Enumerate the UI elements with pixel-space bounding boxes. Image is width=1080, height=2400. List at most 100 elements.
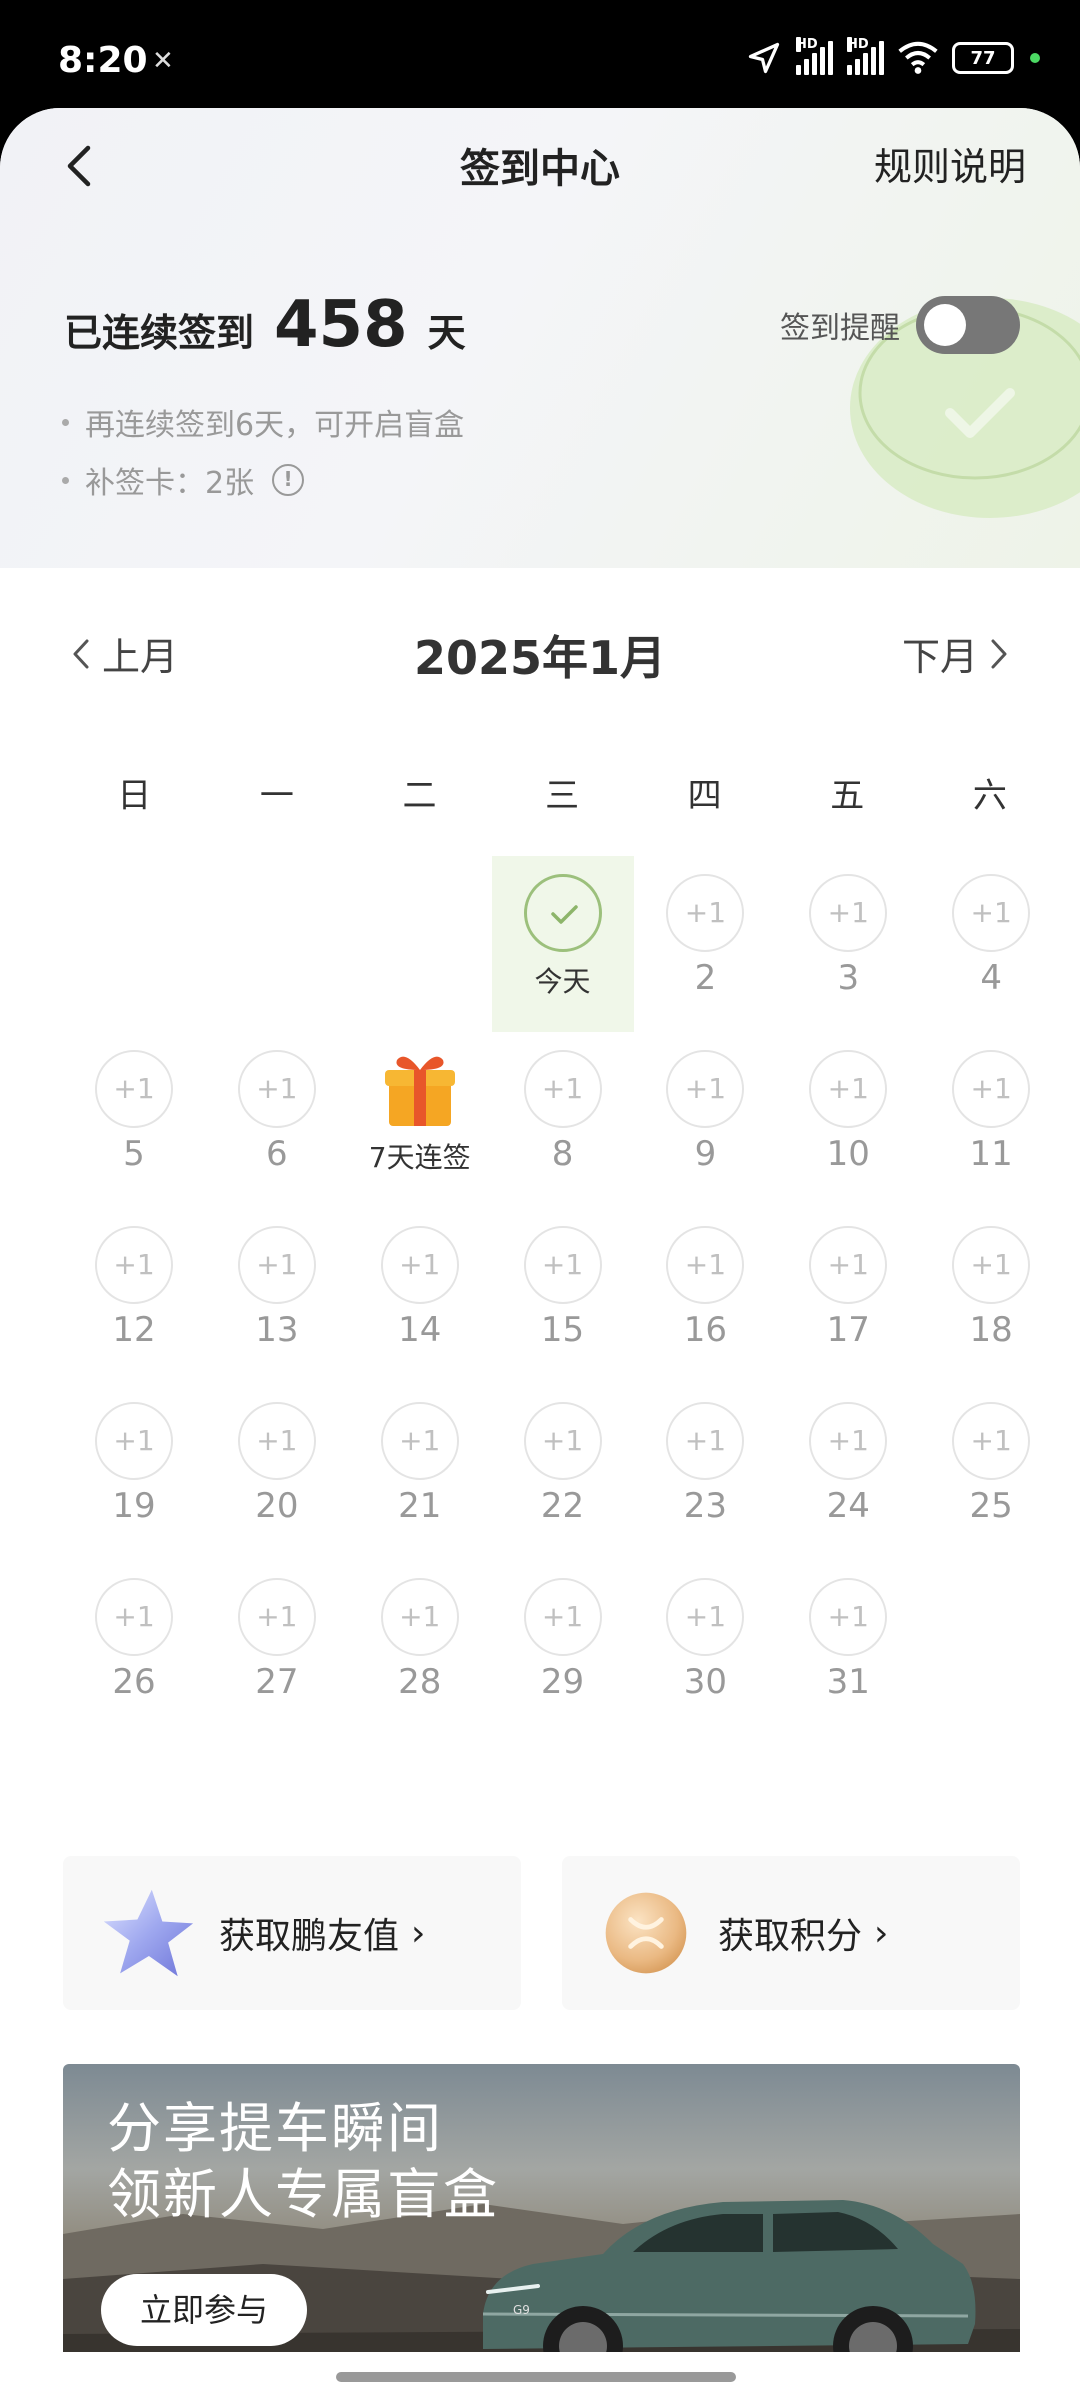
- reward-badge: +1: [809, 1050, 888, 1128]
- bullet-dot: [62, 476, 69, 484]
- hd-label: HD: [796, 37, 818, 52]
- calendar-day[interactable]: +1 27: [206, 1560, 348, 1736]
- day-number: 31: [826, 1662, 870, 1702]
- info-icon[interactable]: !: [272, 464, 305, 496]
- calendar-day[interactable]: +1 8: [492, 1032, 634, 1208]
- calendar-day[interactable]: +1 24: [777, 1384, 919, 1560]
- calendar-day[interactable]: +1 31: [777, 1560, 919, 1736]
- bullet-dot: [62, 418, 69, 426]
- rules-link[interactable]: 规则说明: [874, 136, 1026, 191]
- calendar-day[interactable]: +1 16: [634, 1208, 776, 1384]
- chevron-left-icon: [73, 639, 89, 668]
- calendar-day[interactable]: +1 20: [206, 1384, 348, 1560]
- calendar-day[interactable]: +1 13: [206, 1208, 348, 1384]
- day-number: 22: [540, 1486, 585, 1526]
- charging-dot: [1030, 53, 1040, 63]
- calendar-day[interactable]: +1 21: [349, 1384, 491, 1560]
- reward-badge: +1: [523, 1050, 602, 1128]
- reward-badge: +1: [523, 1402, 602, 1480]
- prev-month-button[interactable]: 上月: [70, 626, 178, 681]
- notification-icon: ✕: [152, 46, 174, 76]
- home-indicator[interactable]: [336, 2372, 736, 2382]
- day-number: 3: [837, 958, 860, 998]
- promo-banner[interactable]: 分享提车瞬间 领新人专属盲盒 立即参与 G9: [63, 2064, 1020, 2400]
- blind-box-hint-text: 再连续签到6天，可开启盲盒: [85, 408, 465, 443]
- calendar-day[interactable]: +1 18: [920, 1208, 1062, 1384]
- calendar-day-gift[interactable]: 7天连签: [349, 1032, 491, 1208]
- reward-badge: +1: [237, 1226, 316, 1304]
- day-number: 8: [551, 1134, 574, 1174]
- reward-badge: +1: [237, 1402, 316, 1480]
- next-month-button[interactable]: 下月: [902, 626, 1010, 681]
- calendar-day[interactable]: +1 15: [492, 1208, 634, 1384]
- prev-month-label: 上月: [102, 635, 179, 679]
- coin-icon: [605, 1892, 687, 1974]
- day-number: 11: [969, 1134, 1013, 1174]
- day-number: 21: [398, 1486, 442, 1526]
- car-badge: G9: [513, 2303, 530, 2317]
- reminder-label: 签到提醒: [780, 311, 900, 346]
- day-number: 13: [255, 1310, 299, 1350]
- calendar-day[interactable]: +1 2: [634, 856, 776, 1032]
- calendar-day[interactable]: +1 25: [920, 1384, 1062, 1560]
- day-number: 29: [540, 1662, 585, 1702]
- day-number: 4: [980, 958, 1002, 998]
- chevron-right-icon: ›: [874, 1912, 889, 1954]
- weekday-sat: 六: [972, 776, 1007, 816]
- reward-badge: +1: [380, 1226, 459, 1304]
- battery-icon: 77: [952, 42, 1014, 74]
- calendar-day[interactable]: +1 14: [349, 1208, 491, 1384]
- calendar-day[interactable]: +1 11: [920, 1032, 1062, 1208]
- reward-badge: +1: [95, 1050, 173, 1128]
- day-number: 20: [255, 1486, 299, 1526]
- blind-box-hint: 再连续签到6天，可开启盲盒: [62, 400, 464, 444]
- day-number: 28: [398, 1662, 442, 1702]
- reward-badge: +1: [809, 1402, 888, 1480]
- calendar-day[interactable]: +1 17: [777, 1208, 919, 1384]
- reward-badge: +1: [95, 1578, 173, 1656]
- calendar-day[interactable]: +1 10: [777, 1032, 919, 1208]
- join-now-button[interactable]: 立即参与: [101, 2274, 307, 2346]
- reward-badge: +1: [237, 1578, 316, 1656]
- day-number: 2: [694, 958, 717, 998]
- status-time: 8:20: [58, 40, 148, 81]
- calendar-day[interactable]: +1 26: [63, 1560, 205, 1736]
- calendar-day[interactable]: +1 4: [920, 856, 1062, 1032]
- reward-badge: +1: [952, 1226, 1031, 1304]
- calendar-day[interactable]: +1 3: [777, 856, 919, 1032]
- reward-badge: +1: [523, 1578, 602, 1656]
- get-friend-points-card[interactable]: 获取鹏友值 ›: [63, 1856, 521, 2010]
- day-number: 18: [969, 1310, 1013, 1350]
- reward-badge: +1: [380, 1578, 459, 1656]
- calendar-day[interactable]: +1 6: [206, 1032, 348, 1208]
- day-number: 6: [266, 1134, 288, 1174]
- get-points-card[interactable]: 获取积分 ›: [562, 1856, 1020, 2010]
- calendar-day[interactable]: +1 9: [634, 1032, 776, 1208]
- calendar-day[interactable]: +1 5: [63, 1032, 205, 1208]
- calendar-day[interactable]: +1 19: [63, 1384, 205, 1560]
- calendar-day[interactable]: +1 29: [492, 1560, 634, 1736]
- reward-badge: +1: [380, 1402, 459, 1480]
- calendar-day[interactable]: +1 30: [634, 1560, 776, 1736]
- day-number: 27: [255, 1662, 299, 1702]
- weekday-mon: 一: [259, 776, 294, 816]
- calendar-day[interactable]: +1 23: [634, 1384, 776, 1560]
- back-button[interactable]: [58, 130, 108, 200]
- calendar-day[interactable]: +1 28: [349, 1560, 491, 1736]
- reminder-row: 签到提醒: [780, 296, 1020, 354]
- calendar-day-today[interactable]: 今天: [491, 856, 634, 1032]
- day-number: 5: [123, 1134, 145, 1174]
- next-month-label: 下月: [901, 635, 978, 679]
- reward-badge: +1: [809, 874, 888, 952]
- day-number: 9: [694, 1134, 717, 1174]
- streak-suffix: 天: [427, 311, 466, 355]
- day-number: 17: [826, 1310, 870, 1350]
- reminder-toggle[interactable]: [916, 296, 1020, 354]
- chevron-right-icon: [991, 639, 1007, 668]
- calendar-day[interactable]: +1 12: [63, 1208, 205, 1384]
- get-points-label: 获取积分: [718, 1916, 863, 1957]
- calendar-day[interactable]: +1 22: [492, 1384, 634, 1560]
- reward-badge: +1: [666, 1402, 745, 1480]
- sign-in-page: 签到中心 规则说明 已连续签到 458 天 签到提醒 再连续签到6天，可开启盲盒…: [0, 108, 1080, 2400]
- day-number: 23: [683, 1486, 728, 1526]
